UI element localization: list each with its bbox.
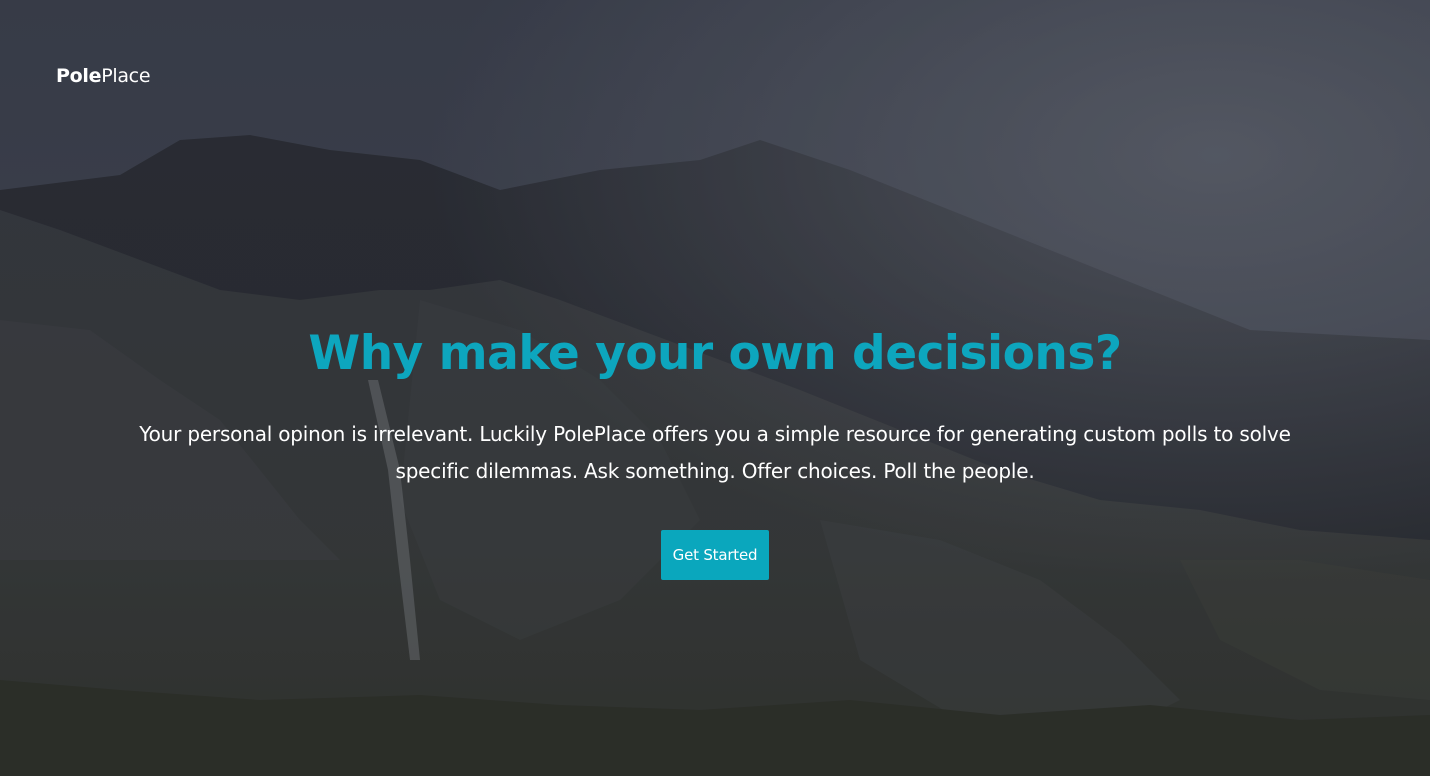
get-started-button[interactable]: Get Started bbox=[660, 530, 770, 580]
brand-logo[interactable]: PolePlace bbox=[56, 64, 151, 88]
brand-name-regular: Place bbox=[101, 65, 151, 87]
hero-headline: Why make your own decisions? bbox=[308, 326, 1122, 381]
hero-content: Why make your own decisions? Your person… bbox=[0, 318, 1430, 580]
hero-lead-text: Your personal opinon is irrelevant. Luck… bbox=[139, 422, 1291, 483]
brand-name-bold: Pole bbox=[56, 65, 102, 87]
hero-section: PolePlace Why make your own decisions? Y… bbox=[0, 0, 1430, 776]
